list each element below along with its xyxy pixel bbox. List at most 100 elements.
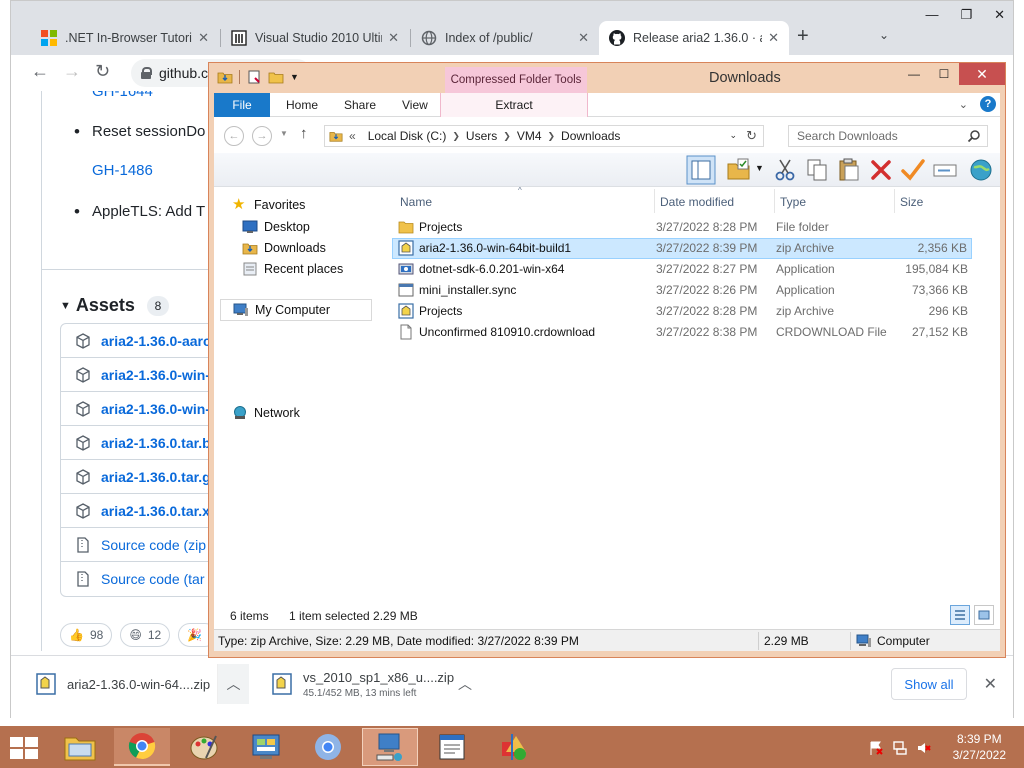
link-gh-1644[interactable]: GH-1644 xyxy=(92,91,153,100)
refresh-icon[interactable]: ↻ xyxy=(746,128,757,144)
search-input[interactable]: Search Downloads xyxy=(788,125,988,147)
minimize-icon[interactable]: — xyxy=(899,63,929,85)
tab-extract[interactable]: Extract xyxy=(440,93,588,117)
details-view-icon[interactable] xyxy=(950,605,970,625)
nav-network[interactable]: Network xyxy=(232,405,300,421)
taskbar-windows-explorer[interactable] xyxy=(362,728,418,766)
close-icon[interactable]: ✕ xyxy=(984,674,997,694)
tab-release-aria2[interactable]: Release aria2 1.36.0 · ar ✕ xyxy=(599,21,789,55)
tab-file[interactable]: File xyxy=(214,93,270,117)
file-row[interactable]: dotnet-sdk-6.0.201-win-x64 3/27/2022 8:2… xyxy=(392,259,972,280)
preview-pane-icon[interactable] xyxy=(686,155,716,185)
close-icon[interactable]: ✕ xyxy=(578,30,589,46)
taskbar-chrome[interactable] xyxy=(114,728,170,766)
taskbar-control-panel[interactable] xyxy=(238,728,294,766)
help-icon[interactable]: ? xyxy=(980,96,996,112)
file-row[interactable]: Unconfirmed 810910.crdownload 3/27/2022 … xyxy=(392,322,972,343)
column-divider[interactable] xyxy=(894,189,895,213)
maximize-icon[interactable]: ❐ xyxy=(960,7,972,23)
asset-link[interactable]: aria2-1.36.0-win- xyxy=(101,367,210,383)
cut-icon[interactable] xyxy=(772,157,798,183)
close-window-icon[interactable]: ✕ xyxy=(994,7,1005,23)
tab-visual-studio[interactable]: Visual Studio 2010 Ultin ✕ xyxy=(221,21,409,55)
link-gh-1486[interactable]: GH-1486 xyxy=(92,162,153,179)
breadcrumb-chevron-icon[interactable]: ❯ xyxy=(548,131,556,142)
column-divider[interactable] xyxy=(774,189,775,213)
breadcrumb-chevron-icon[interactable]: ❯ xyxy=(503,131,511,142)
asset-link[interactable]: aria2-1.36.0-aarc xyxy=(101,333,211,349)
taskbar-chrome-2[interactable] xyxy=(300,728,356,766)
show-all-button[interactable]: Show all xyxy=(891,668,967,700)
taskbar-paint[interactable] xyxy=(176,728,232,766)
up-arrow-icon[interactable]: ↑ xyxy=(300,125,308,142)
taskbar-notes[interactable] xyxy=(424,728,480,766)
checkmark-icon[interactable] xyxy=(900,157,926,183)
nav-recent-places[interactable]: Recent places xyxy=(242,261,343,277)
delete-icon[interactable] xyxy=(868,157,894,183)
tab-dotnet[interactable]: .NET In-Browser Tutoria ✕ xyxy=(31,21,219,55)
rename-icon[interactable] xyxy=(932,157,958,183)
network-globe-icon[interactable] xyxy=(968,157,994,183)
asset-link[interactable]: Source code (zip xyxy=(101,537,206,553)
asset-link[interactable]: aria2-1.36.0.tar.gz xyxy=(101,469,218,485)
reload-icon[interactable]: ↻ xyxy=(95,61,110,82)
file-row-selected[interactable]: aria2-1.36.0-win-64bit-build1 3/27/2022 … xyxy=(392,238,972,259)
column-header-size[interactable]: Size xyxy=(896,191,972,213)
tab-home[interactable]: Home xyxy=(286,98,318,112)
breadcrumb-local-disk[interactable]: Local Disk (C:) xyxy=(368,129,447,143)
back-arrow-icon[interactable]: ← xyxy=(31,61,49,82)
nav-my-computer[interactable]: My Computer xyxy=(220,299,372,321)
taskbar-shapes-app[interactable] xyxy=(486,728,542,766)
forward-arrow-icon[interactable]: → xyxy=(63,61,81,82)
tab-search-chevron-icon[interactable]: ⌄ xyxy=(879,28,889,42)
windows-start-icon[interactable] xyxy=(10,737,38,759)
download-item-vs2010[interactable]: vs_2010_sp1_x86_u....zip 45.1/452 MB, 13… xyxy=(271,664,471,704)
download-item-aria2[interactable]: aria2-1.36.0-win-64....zip xyxy=(35,664,235,704)
folder-options-icon[interactable] xyxy=(726,157,752,183)
close-icon[interactable]: ✕ xyxy=(198,30,209,46)
close-icon[interactable]: ✕ xyxy=(388,30,399,46)
properties-icon[interactable] xyxy=(246,69,262,85)
close-window-icon[interactable]: ✕ xyxy=(959,63,1005,85)
close-icon[interactable]: ✕ xyxy=(768,30,779,46)
nav-desktop[interactable]: Desktop xyxy=(242,219,310,235)
chevron-up-icon[interactable]: ︿ xyxy=(449,664,481,704)
reaction-thumbs-up[interactable]: 👍 98 xyxy=(60,623,113,647)
tab-view[interactable]: View xyxy=(402,98,428,112)
file-row[interactable]: Projects 3/27/2022 8:28 PM File folder xyxy=(392,217,972,238)
asset-link[interactable]: Source code (tar xyxy=(101,571,205,587)
column-header-type[interactable]: Type xyxy=(776,191,894,213)
new-folder-icon[interactable] xyxy=(268,69,284,85)
minimize-icon[interactable]: — xyxy=(925,7,938,23)
asset-link[interactable]: aria2-1.36.0.tar.xz xyxy=(101,503,217,519)
network-tray-icon[interactable] xyxy=(892,740,908,756)
chevron-up-icon[interactable]: ︿ xyxy=(217,664,249,704)
search-icon[interactable] xyxy=(967,129,981,143)
maximize-icon[interactable]: ☐ xyxy=(929,63,959,85)
breadcrumb-downloads[interactable]: Downloads xyxy=(561,129,620,143)
paste-icon[interactable] xyxy=(836,157,862,183)
address-dropdown-chevron-icon[interactable]: ⌄ xyxy=(729,130,737,141)
breadcrumb-users[interactable]: Users xyxy=(466,129,497,143)
qat-dropdown-icon[interactable]: ▼ xyxy=(290,72,299,82)
file-row[interactable]: Projects 3/27/2022 8:28 PM zip Archive 2… xyxy=(392,301,972,322)
taskbar-clock[interactable]: 8:39 PM 3/27/2022 xyxy=(953,731,1006,763)
breadcrumb-chevron-icon[interactable]: ❯ xyxy=(452,131,460,142)
address-bar[interactable]: « Local Disk (C:) ❯ Users ❯ VM4 ❯ Downlo… xyxy=(324,125,764,147)
explorer-titlebar[interactable]: ▼ Compressed Folder Tools Downloads — ☐ … xyxy=(209,63,1005,93)
action-center-flag-icon[interactable] xyxy=(868,740,884,756)
asset-link[interactable]: aria2-1.36.0-win- xyxy=(101,401,210,417)
expand-ribbon-chevron-icon[interactable]: ⌄ xyxy=(959,98,968,111)
taskbar-file-explorer[interactable] xyxy=(52,728,108,766)
column-header-date[interactable]: Date modified xyxy=(656,191,774,213)
column-header-name[interactable]: Name xyxy=(396,191,654,213)
breadcrumb-vm4[interactable]: VM4 xyxy=(517,129,542,143)
new-tab-button[interactable]: + xyxy=(797,25,809,48)
reaction-laugh[interactable]: 😄 12 xyxy=(120,623,171,647)
recent-locations-chevron-icon[interactable]: ▼ xyxy=(280,129,288,138)
tab-share[interactable]: Share xyxy=(344,98,376,112)
file-row[interactable]: mini_installer.sync 3/27/2022 8:26 PM Ap… xyxy=(392,280,972,301)
address-overflow[interactable]: « xyxy=(349,129,356,143)
nav-downloads[interactable]: Downloads xyxy=(242,240,326,256)
folder-download-icon[interactable] xyxy=(217,69,233,85)
